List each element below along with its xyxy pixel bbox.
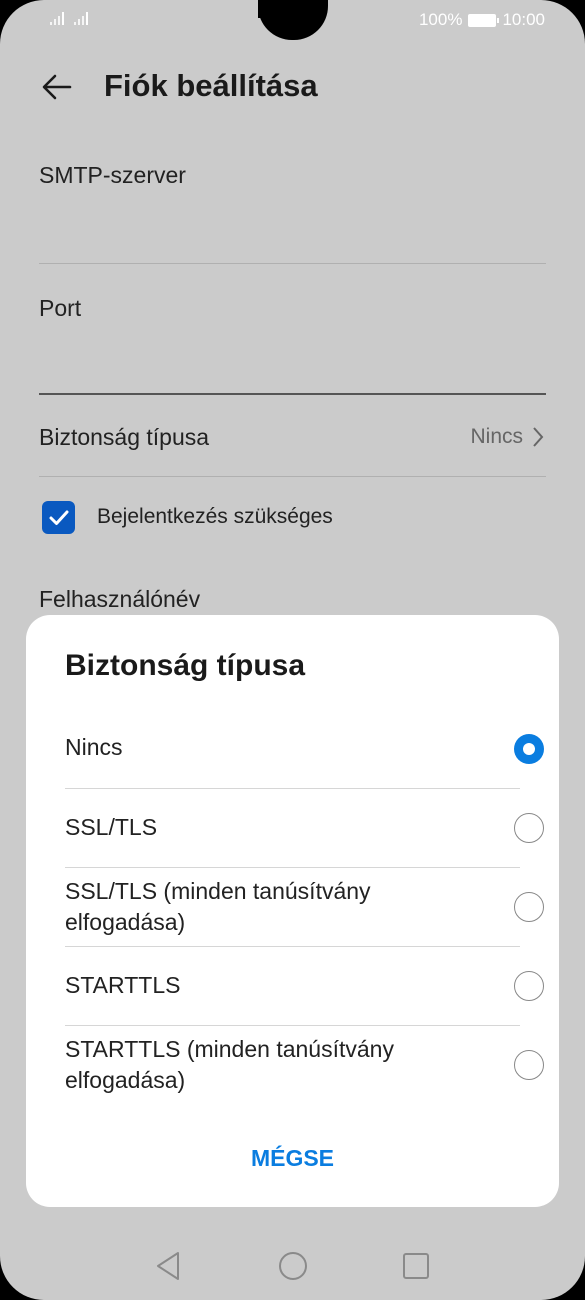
system-nav-bar [0,1230,585,1300]
clock: 10:00 [502,10,545,29]
login-required-label: Bejelentkezés szükséges [97,505,333,528]
nav-recents-icon[interactable] [402,1250,430,1282]
app-header: Fiók beállítása [0,56,585,116]
option-label: SSL/TLS (minden tanúsítvány elfogadása) [65,878,371,935]
signal-icon [50,11,64,25]
port-label: Port [39,295,82,321]
option-label: STARTTLS [65,972,181,998]
chevron-right-icon [533,427,544,447]
radio-unselected-icon[interactable] [514,892,544,922]
phone-screen: 100% 10:00 Fiók beállítása SMTP-szerver … [0,0,585,1300]
option-label: Nincs [65,734,123,760]
battery-icon [468,13,500,27]
page-title: Fiók beállítása [104,68,318,103]
divider [65,946,520,947]
option-label: SSL/TLS [65,814,158,840]
back-arrow-icon[interactable] [40,70,74,104]
option-ssl-tls[interactable]: SSL/TLS [65,790,544,868]
security-type-value[interactable]: Nincs [470,425,545,449]
divider [39,263,546,264]
option-starttls-accept-all[interactable]: STARTTLS (minden tanúsítvány elfogadása) [65,1027,544,1105]
security-type-current: Nincs [470,425,523,448]
battery-percent: 100% [418,10,463,29]
radio-unselected-icon[interactable] [514,1050,544,1080]
option-nincs[interactable]: Nincs [65,711,544,789]
divider [65,867,520,868]
radio-unselected-icon[interactable] [514,971,544,1001]
divider [65,788,520,789]
radio-unselected-icon[interactable] [514,813,544,843]
signal-icon [74,11,88,25]
nav-home-icon[interactable] [277,1250,309,1282]
divider [65,1025,520,1026]
smtp-server-label: SMTP-szerver [39,162,186,188]
status-right: 100% 10:00 [419,10,545,30]
security-type-label[interactable]: Biztonság típusa [39,424,209,451]
cancel-button[interactable]: MÉGSE [26,1145,559,1172]
security-type-dialog: Biztonság típusa Nincs SSL/TLS SSL/TLS (… [26,615,559,1207]
option-label: STARTTLS (minden tanúsítvány elfogadása) [65,1036,394,1093]
username-label: Felhasználónév [39,586,201,612]
port-field-underline[interactable] [39,393,546,395]
option-starttls[interactable]: STARTTLS [65,948,544,1026]
signal-icons [50,11,88,25]
divider [39,476,546,477]
nav-back-icon[interactable] [154,1250,182,1282]
checkmark-icon [49,510,69,525]
login-required-checkbox[interactable] [42,501,75,534]
option-ssl-tls-accept-all[interactable]: SSL/TLS (minden tanúsítvány elfogadása) [65,869,544,947]
radio-selected-icon[interactable] [514,734,544,764]
dialog-title: Biztonság típusa [65,649,306,682]
